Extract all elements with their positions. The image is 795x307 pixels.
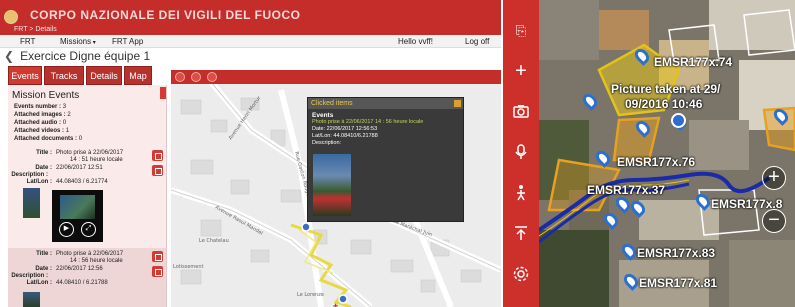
caret-down-icon: ▾ [91,40,96,46]
title-label: Title : [36,251,52,257]
page-title: Exercice Digne équipe 1 [20,49,151,63]
fire-brigade-logo-icon [4,10,18,24]
event-stats: Events number : 3 Attached images : 2 At… [14,103,82,143]
locate-button[interactable] [152,150,163,161]
popup-title: Clicked items [308,98,463,109]
nav-frt-app[interactable]: FRT App [112,37,143,46]
title-label: Title : [36,150,52,156]
app-header: CORPO NAZIONALE DEI VIGILI DEL FUOCO FRT… [0,0,501,35]
microphone-icon[interactable] [512,143,530,161]
back-arrow-icon[interactable]: ❮ [4,49,14,63]
tab-events[interactable]: Events [8,66,42,85]
marker-label: EMSR177x.76 [617,155,696,169]
popup-description: Description: [312,140,342,146]
stat-videos: Attached videos : 1 [14,128,70,134]
download-icon[interactable] [160,87,166,99]
upload-icon[interactable] [512,224,530,242]
stat-images: Attached images : 2 [14,112,71,118]
title-value-2: 14 : 51 heure locale [70,157,123,163]
person-walk-icon[interactable] [512,184,530,202]
video-frame [60,195,95,219]
title-value: Photo prise à 22/06/2017 [56,150,124,156]
tab-details[interactable]: Details [86,66,122,85]
layers-icon[interactable] [175,72,185,82]
svg-text:Lotissement: Lotissement [173,264,204,270]
nav-missions-label: Missions [60,37,92,46]
latlon-label: Lat/Lon : [26,280,52,286]
stat-audio: Attached audio : 0 [14,120,67,126]
aerial-map[interactable]: EMSR177x.74 Picture taken at 29/ 09/2016… [539,0,795,307]
top-nav: FRT Missions ▾ FRT App Hello vvff! Log o… [0,35,501,48]
date-value: 22/06/2017 12:51 [56,165,103,171]
zoom-in-button[interactable]: + [762,166,786,190]
popup-date: Date: 22/06/2017 12:56:53 [312,126,378,132]
marker-label: EMSR177x.81 [639,276,718,290]
date-label: Date : [35,266,52,272]
camera-marker-icon[interactable] [671,113,686,128]
locate-button[interactable] [152,251,163,262]
title-value: Photo prise à 22/06/2017 [56,251,124,257]
close-icon[interactable] [454,100,461,107]
description-label: Description : [11,273,48,279]
nav-missions[interactable]: Missions ▾ [60,37,96,46]
event-photo[interactable] [313,154,351,216]
zoom-in-icon[interactable] [191,72,201,82]
breadcrumb[interactable]: FRT > Details [14,26,57,33]
add-icon[interactable]: + [512,61,530,81]
zoom-out-icon[interactable] [207,72,217,82]
tab-map[interactable]: Map [124,66,152,85]
date-value: 22/06/2017 12:56 [56,266,103,272]
popup-section: Events [312,112,334,119]
marker-label: 09/2016 10:46 [625,97,703,111]
latlon-label: Lat/Lon : [26,179,52,185]
delete-button[interactable] [152,266,163,277]
map-toolbar [171,70,501,84]
marker-label: EMSR177x.37 [587,183,666,197]
nav-logoff[interactable]: Log off [465,37,489,46]
web-app: CORPO NAZIONALE DEI VIGILI DEL FUOCO FRT… [0,0,501,307]
nav-frt[interactable]: FRT [20,37,35,46]
aerial-graphic [539,0,795,307]
export-icon[interactable]: ⎘ [512,22,530,40]
nav-greeting[interactable]: Hello vvff! [398,37,433,46]
latlon-value: 44.08403 / 6.21774 [56,179,108,185]
date-label: Date : [35,165,52,171]
play-icon[interactable]: ▶ [59,222,74,237]
title-value-2: 14 : 56 heure locale [70,258,123,264]
stat-documents: Attached documents : 0 [14,136,83,142]
popup-body: Events Photo prise à 22/06/2017 14 : 56 … [308,109,463,150]
stat-events: Events number : 3 [14,104,67,110]
marker-label: EMSR177x.83 [637,246,716,260]
mobile-sidebar: ⎘ + [503,0,539,307]
clicked-items-popup: Clicked items Events Photo prise à 22/06… [307,97,464,222]
svg-text:Le Chatelau: Le Chatelau [199,238,229,244]
svg-text:✚: ✚ [333,303,338,307]
zoom-out-button[interactable]: − [762,209,786,233]
org-name: CORPO NAZIONALE DEI VIGILI DEL FUOCO [30,8,301,22]
mobile-app: ⎘ + EMSR177x.74 Picture taken at 29/ 09/… [503,0,795,307]
photo-thumbnail[interactable] [23,292,40,307]
page-title-row: ❮ Exercice Digne équipe 1 [4,49,150,63]
fullscreen-icon[interactable]: ⤢ [81,222,96,237]
panel-heading: Mission Events [12,90,80,101]
tab-tracks[interactable]: Tracks [44,66,84,85]
latlon-value: 44.08410 / 6.21788 [56,280,108,286]
camera-icon[interactable] [512,102,530,120]
svg-text:Le Lorenze: Le Lorenze [297,292,324,298]
video-player[interactable]: ▶ ⤢ [52,190,103,242]
marker-label: Picture taken at 29/ [611,82,721,96]
settings-icon[interactable] [512,265,530,283]
description-label: Description : [11,172,48,178]
popup-latlon: Lat/Lon: 44.08410/6.21788 [312,133,378,139]
popup-item-title[interactable]: Photo prise à 22/06/2017 14 : 56 heure l… [312,119,459,126]
marker-label: EMSR177x.74 [654,55,733,69]
photo-thumbnail[interactable] [23,188,40,218]
delete-button[interactable] [152,165,163,176]
